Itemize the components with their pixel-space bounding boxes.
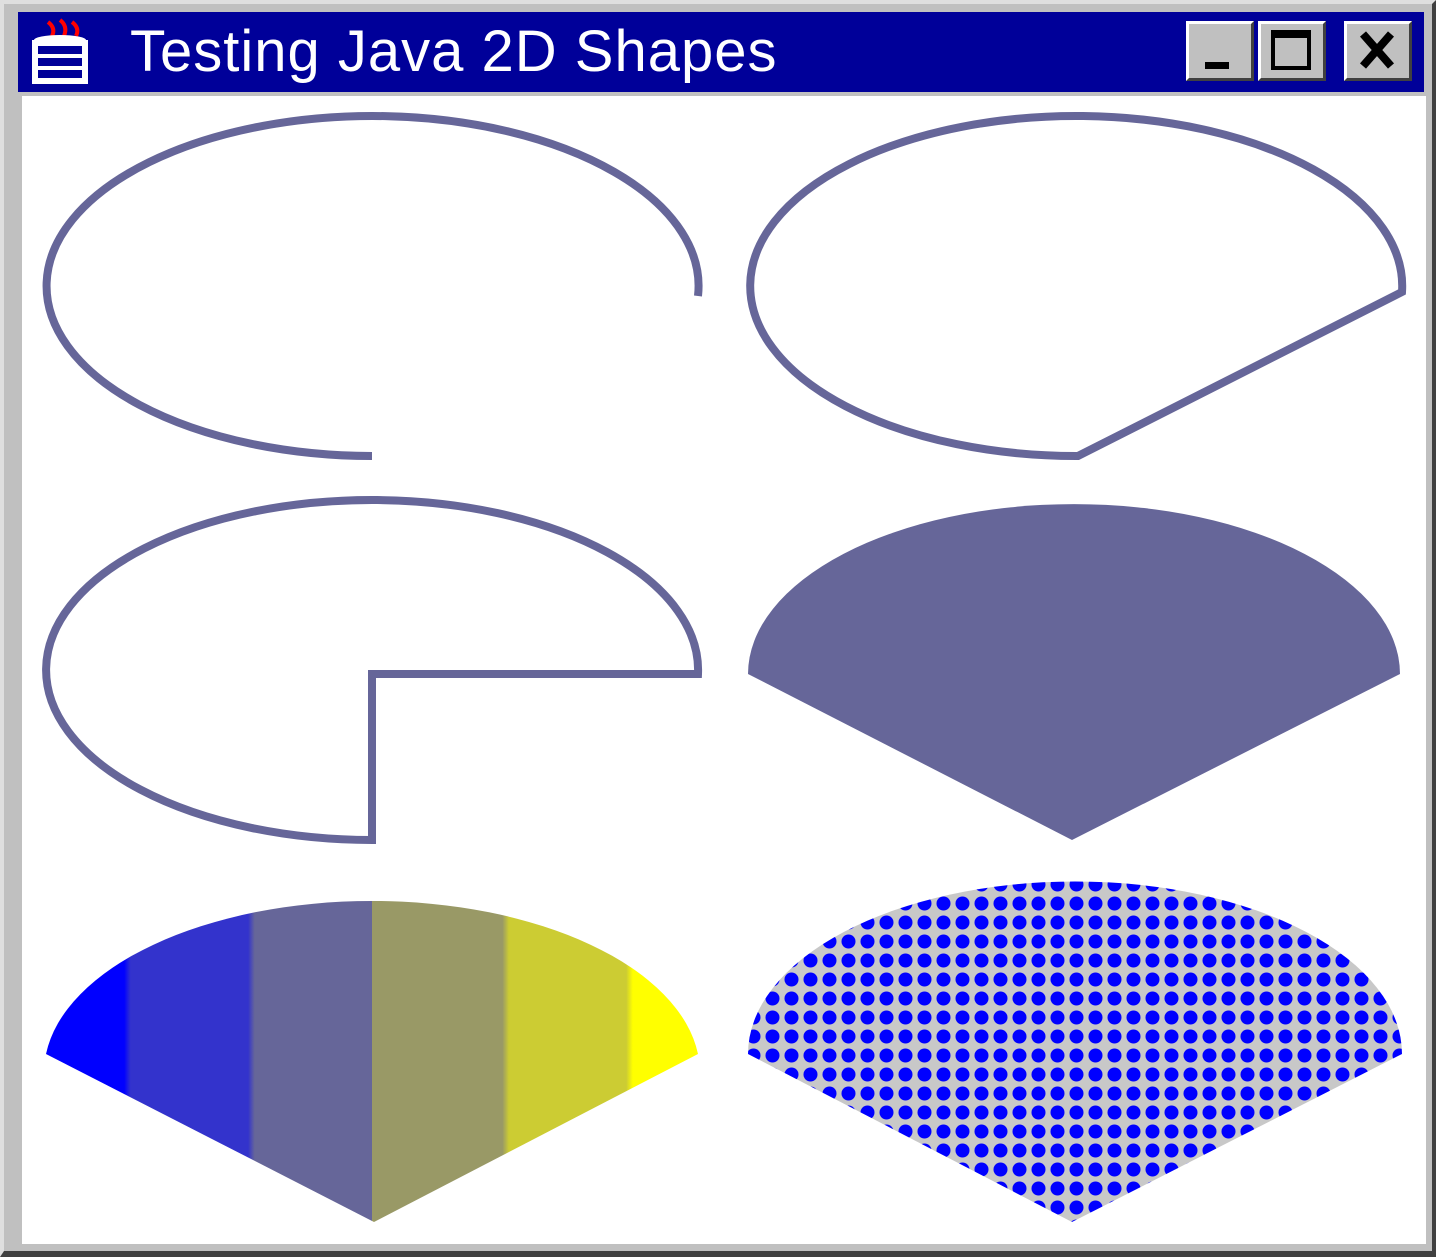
maximize-button[interactable] (1258, 21, 1326, 81)
close-icon (1359, 31, 1395, 69)
window-title: Testing Java 2D Shapes (130, 19, 778, 84)
pie-arc-outline-shape (42, 496, 703, 845)
gradient-pie-shape (46, 900, 698, 1222)
minimize-button[interactable] (1186, 21, 1254, 81)
textured-pie-shape (748, 881, 1402, 1222)
filled-pie-shape (748, 504, 1400, 840)
title-bar[interactable]: Testing Java 2D Shapes (18, 12, 1424, 92)
drawing-canvas (22, 96, 1426, 1244)
open-arc-shape (42, 112, 703, 460)
maximize-icon (1271, 30, 1311, 70)
chord-arc-shape (746, 112, 1407, 461)
app-window: Testing Java 2D Shapes (0, 0, 1436, 1257)
java-app-icon[interactable] (26, 18, 96, 88)
close-button[interactable] (1344, 21, 1412, 81)
minimize-icon (1205, 62, 1229, 69)
